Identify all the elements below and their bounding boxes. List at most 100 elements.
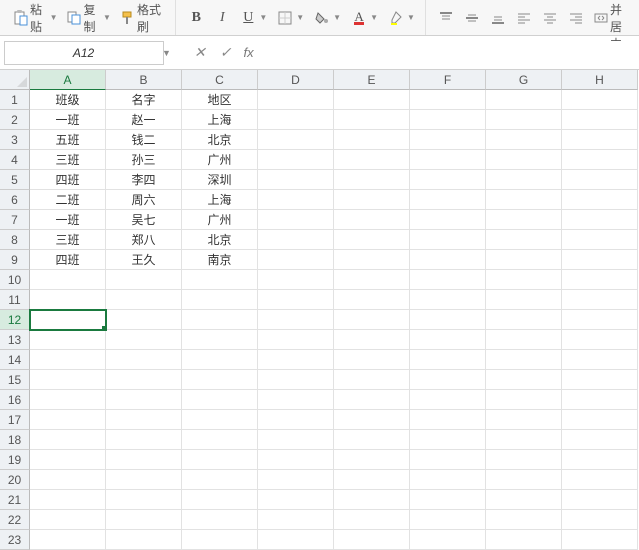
cell[interactable] [410,270,486,290]
cell[interactable] [258,110,334,130]
cell[interactable] [182,470,258,490]
cell[interactable] [334,310,410,330]
cell[interactable] [334,510,410,530]
cell[interactable] [334,430,410,450]
cells-area[interactable]: 班级名字地区一班赵一上海五班钱二北京三班孙三广州四班李四深圳二班周六上海一班吴七… [30,90,639,550]
cell[interactable]: 广州 [182,150,258,170]
cell[interactable] [258,150,334,170]
cell[interactable] [182,350,258,370]
cell[interactable] [106,410,182,430]
cell[interactable] [486,110,562,130]
cell[interactable]: 孙三 [106,150,182,170]
cell[interactable] [182,370,258,390]
cell[interactable] [182,510,258,530]
cell[interactable] [334,230,410,250]
cell[interactable]: 上海 [182,110,258,130]
cell[interactable]: 郑八 [106,230,182,250]
cell[interactable] [562,190,638,210]
column-header[interactable]: E [334,70,410,90]
cell[interactable] [562,330,638,350]
cell[interactable] [410,210,486,230]
align-bottom-button[interactable] [486,7,510,29]
column-header[interactable]: G [486,70,562,90]
cell[interactable] [30,490,106,510]
cell[interactable] [106,530,182,550]
cell[interactable] [486,310,562,330]
cell[interactable] [410,430,486,450]
cell[interactable]: 二班 [30,190,106,210]
cell[interactable] [106,470,182,490]
cell[interactable]: 北京 [182,230,258,250]
cell[interactable] [334,410,410,430]
cell[interactable]: 周六 [106,190,182,210]
cell[interactable] [334,530,410,550]
column-header[interactable]: H [562,70,638,90]
align-right-button[interactable] [564,7,588,29]
row-header[interactable]: 2 [0,110,30,130]
cell[interactable] [334,470,410,490]
cell[interactable] [486,90,562,110]
row-header[interactable]: 10 [0,270,30,290]
column-header[interactable]: A [30,70,106,90]
cell[interactable] [486,130,562,150]
cell[interactable] [410,90,486,110]
cell[interactable] [258,230,334,250]
cell[interactable] [334,290,410,310]
cell[interactable] [562,270,638,290]
cell[interactable] [562,230,638,250]
cell[interactable] [562,510,638,530]
cell[interactable] [258,290,334,310]
chevron-down-icon[interactable]: ▼ [162,48,171,58]
cell[interactable] [410,290,486,310]
cell[interactable] [410,370,486,390]
cell[interactable] [486,430,562,450]
bold-button[interactable]: B [184,7,208,29]
cell[interactable] [562,350,638,370]
cell[interactable] [486,230,562,250]
cell[interactable] [30,450,106,470]
row-header[interactable]: 16 [0,390,30,410]
align-middle-button[interactable] [460,7,484,29]
cell[interactable] [30,390,106,410]
paste-button[interactable]: 粘贴 ▼ [10,0,61,38]
cell[interactable] [486,270,562,290]
cancel-formula-button[interactable]: ✕ [192,42,208,63]
cell[interactable] [334,210,410,230]
name-box[interactable]: ▼ [4,41,164,65]
cell[interactable] [258,250,334,270]
cell[interactable] [562,90,638,110]
cell[interactable] [562,530,638,550]
fx-icon[interactable]: fx [243,45,253,60]
cell[interactable] [562,130,638,150]
cell[interactable] [410,230,486,250]
cell[interactable] [182,490,258,510]
select-all-corner[interactable] [0,70,30,90]
cell[interactable] [486,150,562,170]
cell[interactable] [334,150,410,170]
row-header[interactable]: 9 [0,250,30,270]
cell[interactable] [258,470,334,490]
cell[interactable] [410,410,486,430]
cell[interactable]: 李四 [106,170,182,190]
cell[interactable] [562,390,638,410]
cell[interactable] [410,170,486,190]
cell[interactable] [106,510,182,530]
cell[interactable] [30,290,106,310]
cell[interactable] [562,310,638,330]
cell[interactable] [334,170,410,190]
cell[interactable] [410,470,486,490]
cell[interactable] [30,330,106,350]
cell[interactable] [258,450,334,470]
cell[interactable] [486,410,562,430]
cell[interactable] [562,450,638,470]
accept-formula-button[interactable]: ✓ [218,42,234,63]
cell[interactable] [410,130,486,150]
cell[interactable] [410,250,486,270]
cell[interactable] [334,270,410,290]
column-header[interactable]: B [106,70,182,90]
row-header[interactable]: 5 [0,170,30,190]
cell[interactable] [334,190,410,210]
align-center-button[interactable] [538,7,562,29]
cell[interactable] [334,250,410,270]
copy-button[interactable]: 复制 ▼ [63,0,114,38]
